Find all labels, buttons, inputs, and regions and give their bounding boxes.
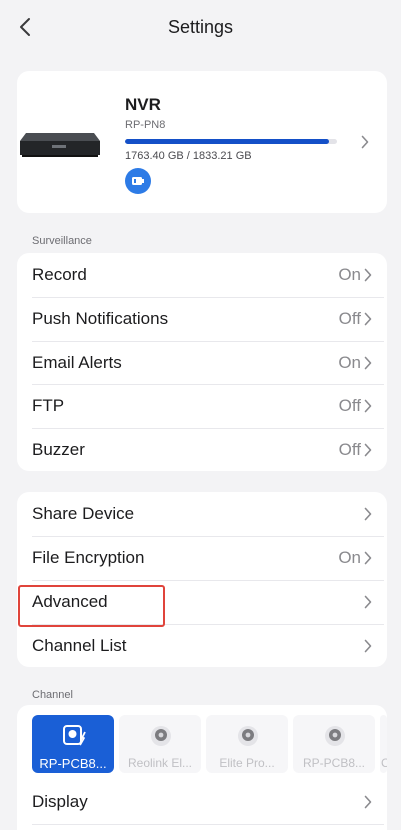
settings-row-ftp[interactable]: FTP Off	[17, 384, 387, 428]
channel-name: RP-PCB8...	[39, 756, 107, 771]
row-label: FTP	[32, 396, 65, 415]
channel-tile[interactable]: Reolink El...	[119, 715, 201, 773]
settings-row-display[interactable]: Display	[17, 780, 387, 824]
channel-name: RP-PCB8...	[302, 756, 365, 770]
channel-tile[interactable]: C	[380, 715, 387, 773]
camera-icon	[151, 726, 171, 746]
divider	[32, 824, 384, 825]
section-label-surveillance: Surveillance	[32, 235, 92, 247]
chevron-right-icon	[364, 595, 372, 609]
settings-row-email-alerts[interactable]: Email Alerts On	[17, 341, 387, 385]
camera-icon	[63, 725, 86, 746]
row-label: Buzzer	[32, 440, 85, 459]
row-value: On	[338, 353, 361, 372]
chevron-right-icon	[364, 443, 372, 457]
settings-row-record[interactable]: Record On	[17, 253, 387, 297]
chevron-right-icon	[364, 312, 372, 326]
chevron-right-icon	[364, 268, 372, 282]
row-label: Push Notifications	[32, 309, 169, 328]
camera-icon	[325, 726, 345, 746]
storage-bar-fill	[125, 139, 329, 144]
highlight-box-advanced	[18, 585, 165, 627]
page-title: Settings	[167, 17, 234, 37]
channel-name: Elite Pro...	[219, 756, 275, 770]
disk-badge[interactable]	[125, 168, 151, 194]
channel-name: Reolink El...	[127, 756, 193, 770]
settings-row-channel-list[interactable]: Channel List	[17, 624, 387, 668]
row-value: Off	[338, 396, 361, 415]
channel-tile[interactable]: RP-PCB8...	[32, 715, 114, 773]
chevron-right-icon	[364, 795, 372, 809]
row-value: Off	[338, 309, 361, 328]
settings-row-file-encryption[interactable]: File Encryption On	[17, 536, 387, 580]
channel-tile[interactable]: Elite Pro...	[206, 715, 288, 773]
row-label: Share Device	[32, 504, 135, 523]
row-value: On	[338, 265, 361, 284]
storage-bar	[125, 139, 337, 144]
channel-tile[interactable]: RP-PCB8...	[293, 715, 375, 773]
chevron-right-icon	[364, 639, 372, 653]
row-label: File Encryption	[32, 548, 145, 567]
camera-icon	[238, 726, 258, 746]
section-label-channel: Channel	[32, 689, 73, 701]
row-label: Record	[32, 265, 87, 284]
settings-row-share-device[interactable]: Share Device	[17, 492, 387, 536]
row-label: Email Alerts	[32, 353, 122, 372]
device-name: NVR	[125, 95, 161, 114]
row-value: On	[338, 548, 361, 567]
settings-row-push-notifications[interactable]: Push Notifications Off	[17, 297, 387, 341]
storage-text: 1763.40 GB / 1833.21 GB	[125, 150, 252, 162]
chevron-right-icon	[364, 399, 372, 413]
nvr-device-image	[20, 133, 100, 157]
row-label: Display	[32, 792, 88, 811]
chevron-right-icon	[364, 356, 372, 370]
channel-name: C	[381, 756, 387, 770]
device-model: RP-PN8	[125, 119, 166, 131]
chevron-right-icon[interactable]	[361, 135, 369, 149]
chevron-right-icon	[364, 551, 372, 565]
hard-disk-icon	[132, 177, 144, 185]
header-bar: Settings	[0, 0, 401, 56]
row-label: Channel List	[32, 636, 127, 655]
row-value: Off	[338, 440, 361, 459]
chevron-right-icon	[364, 507, 372, 521]
settings-row-buzzer[interactable]: Buzzer Off	[17, 428, 387, 472]
